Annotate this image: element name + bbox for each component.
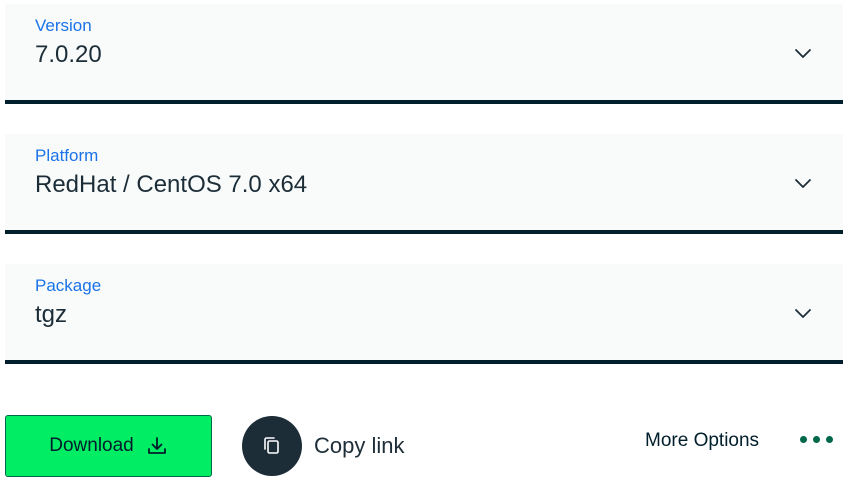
- platform-select[interactable]: Platform RedHat / CentOS 7.0 x64: [5, 134, 843, 234]
- download-button[interactable]: Download: [5, 415, 212, 477]
- package-label: Package: [35, 276, 102, 295]
- version-value: 7.0.20: [35, 41, 102, 68]
- download-icon: [147, 437, 166, 454]
- chevron-down-icon: [795, 179, 811, 188]
- version-label: Version: [35, 16, 92, 35]
- copy-icon: [264, 437, 279, 454]
- platform-value: RedHat / CentOS 7.0 x64: [35, 171, 308, 198]
- dot: [826, 436, 833, 443]
- download-label: Download: [49, 435, 134, 456]
- more-options-link[interactable]: More Options: [645, 430, 759, 452]
- ellipsis-icon[interactable]: [800, 436, 833, 443]
- version-select[interactable]: Version 7.0.20: [5, 4, 843, 104]
- dot: [800, 436, 807, 443]
- package-select[interactable]: Package tgz: [5, 264, 843, 364]
- dot: [813, 436, 820, 443]
- copy-link-button[interactable]: Copy link: [242, 415, 404, 477]
- chevron-down-icon: [795, 49, 811, 58]
- copy-icon-circle: [242, 416, 302, 476]
- platform-label: Platform: [35, 146, 99, 165]
- chevron-down-icon: [795, 309, 811, 318]
- download-panel: Version 7.0.20 Platform RedHat / CentOS …: [0, 0, 852, 484]
- package-value: tgz: [35, 301, 68, 328]
- copy-link-label: Copy link: [314, 433, 405, 458]
